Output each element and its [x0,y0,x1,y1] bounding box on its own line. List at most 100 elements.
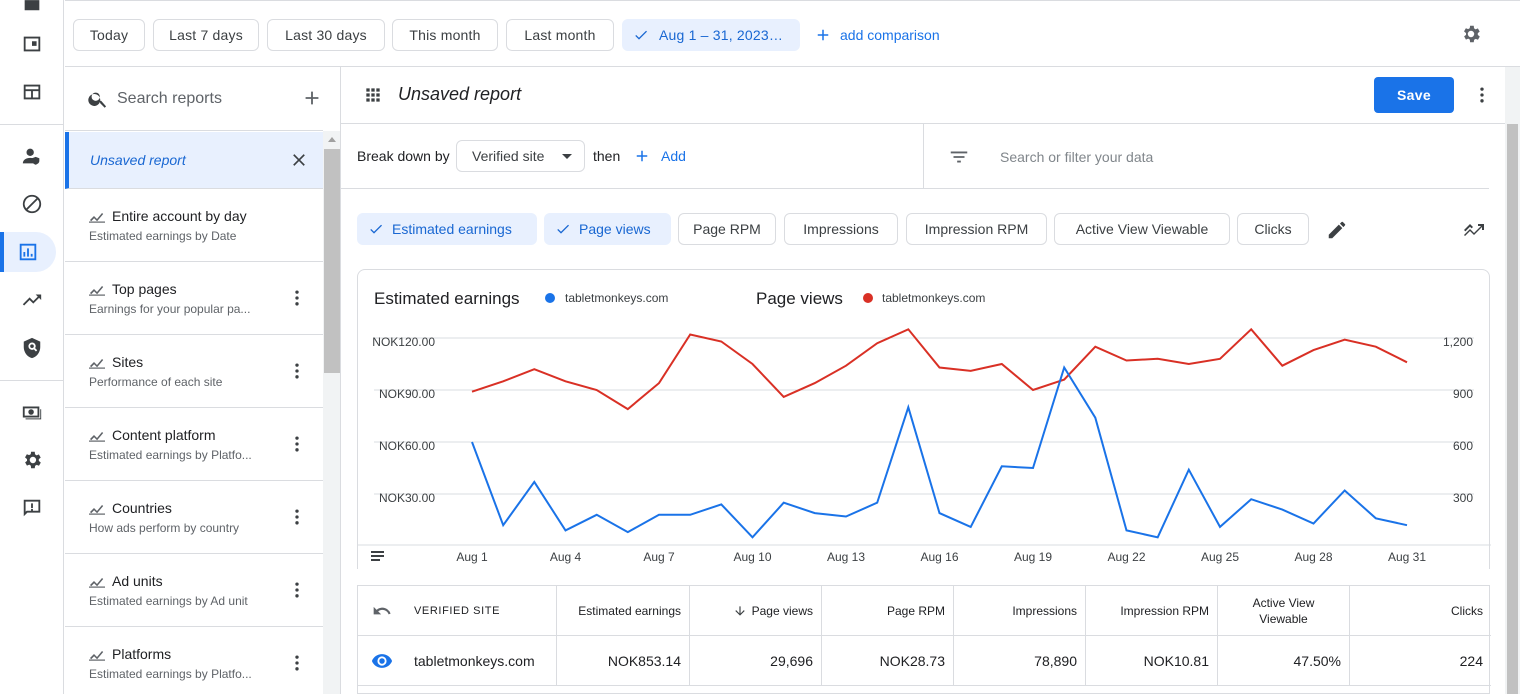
eye-icon[interactable] [371,650,393,672]
cell-impressions: 78,890 [954,636,1086,686]
edit-pencil-icon[interactable] [1326,219,1348,241]
col-header-impressions[interactable]: Impressions [954,586,1086,636]
panel-scrollbar[interactable] [323,131,340,694]
new-report-plus-icon[interactable] [301,87,323,109]
chart-type-icon[interactable] [1462,218,1486,242]
metric-chip-label: Page views [579,221,651,237]
legend-site-earnings: tabletmonkeys.com [565,291,668,305]
cell-estimated-earnings: NOK853.14 [557,636,690,686]
payments-icon[interactable] [12,392,52,432]
x-tick-label: Aug 10 [733,550,771,564]
brand-safety-icon[interactable] [12,328,52,368]
breakdown-select[interactable]: Verified site [456,140,585,172]
chip-selected-range[interactable]: Aug 1 – 31, 2023… [622,19,800,51]
report-item[interactable]: Content platform Estimated earnings by Pl… [65,408,323,481]
more-vert-icon[interactable] [287,288,307,308]
check-icon [635,30,647,40]
col-header-impression-rpm[interactable]: Impression RPM [1086,586,1218,636]
more-vert-icon[interactable] [287,507,307,527]
report-item-subtitle: How ads perform by country [89,521,240,535]
apps-grid-icon[interactable] [363,85,383,105]
report-item-title-text: Sites [112,354,144,370]
reports-icon[interactable] [0,232,56,272]
add-comparison-button[interactable]: add comparison [814,19,940,51]
report-item-title: Platforms [89,646,171,662]
col-header-clicks[interactable]: Clicks [1350,586,1491,636]
chip-today[interactable]: Today [73,19,145,51]
x-tick-label: Aug 4 [550,550,582,564]
search-reports-input[interactable]: Search reports [117,90,222,108]
legend-dot-pageviews [863,293,873,303]
more-vert-icon[interactable] [287,434,307,454]
trending-icon[interactable] [12,280,52,320]
undo-icon[interactable] [372,601,392,621]
settings-icon[interactable] [12,440,52,480]
metric-chip-impressions[interactable]: Impressions [784,213,898,245]
report-item[interactable]: Entire account by day Estimated earnings … [65,189,323,262]
filter-area[interactable]: Search or filter your data [923,124,1489,189]
cell-page-rpm: NOK28.73 [822,636,954,686]
legend-metric-pageviews: Page views [756,289,843,308]
report-item-subtitle: Estimated earnings by Platfo... [89,667,252,681]
report-trend-icon [89,651,105,661]
x-tick-label: Aug 25 [1201,550,1239,564]
more-vert-icon[interactable] [287,580,307,600]
col-header-active-view-viewable[interactable]: Active View Viewable [1218,586,1350,636]
save-button[interactable]: Save [1374,77,1454,113]
col-header-page-views[interactable]: Page views [690,586,822,636]
cell-active-view-viewable: 47.50% [1218,636,1350,686]
main-scrollbar[interactable] [1505,67,1520,694]
report-trend-icon [89,505,105,515]
caret-down-icon [562,154,572,159]
breakdown-select-value: Verified site [472,148,545,164]
ads-icon[interactable] [12,24,52,64]
metric-chip-clicks[interactable]: Clicks [1237,213,1309,245]
report-item[interactable]: Ad units Estimated earnings by Ad unit [65,554,323,627]
metric-chip-page-views[interactable]: Page views [544,213,671,245]
metric-chip-page-rpm[interactable]: Page RPM [678,213,776,245]
metric-chip-impression-rpm[interactable]: Impression RPM [906,213,1047,245]
series-line-page-views [471,327,1408,411]
more-vert-icon[interactable] [1472,85,1492,105]
home-icon[interactable] [12,0,52,22]
col-header-page-views-label: Page views [751,603,813,618]
legend-site-pageviews: tabletmonkeys.com [882,291,985,305]
report-item-subtitle: Estimated earnings by Platfo... [89,448,252,462]
search-reports-row[interactable]: Search reports [65,67,323,131]
metric-chip-active-view-viewable[interactable]: Active View Viewable [1054,213,1230,245]
report-item-title-text: Platforms [112,646,172,662]
col-header-estimated-earnings[interactable]: Estimated earnings [557,586,690,636]
sites-icon[interactable] [12,72,52,112]
blocking-icon[interactable] [12,184,52,224]
chip-last-7-days[interactable]: Last 7 days [153,19,259,51]
chip-last-month[interactable]: Last month [506,19,614,51]
legend-toggle-icon[interactable] [371,551,384,561]
report-item-title: Entire account by day [89,208,247,224]
report-item[interactable]: Platforms Estimated earnings by Platfo... [65,627,323,694]
chip-this-month[interactable]: This month [392,19,498,51]
report-item[interactable]: Sites Performance of each site [65,335,323,408]
chip-last-30-days[interactable]: Last 30 days [267,19,385,51]
more-vert-icon[interactable] [287,361,307,381]
report-item-subtitle: Earnings for your popular pa... [89,302,251,316]
y-right-tick-label: 300 [1453,491,1473,505]
gear-icon[interactable] [1460,23,1482,45]
metric-chip-estimated-earnings[interactable]: Estimated earnings [357,213,537,245]
filter-input[interactable]: Search or filter your data [1000,149,1153,165]
plus-icon [817,29,829,41]
y-right-tick-label: 900 [1453,387,1473,401]
privacy-icon[interactable] [12,136,52,176]
reports-panel: Search reports Unsaved report Entire acc… [65,67,341,694]
report-item[interactable]: Top pages Earnings for your popular pa... [65,262,323,335]
col-header-page-rpm[interactable]: Page RPM [822,586,954,636]
feedback-icon[interactable] [12,488,52,528]
report-title[interactable]: Unsaved report [398,84,521,105]
filter-icon[interactable] [948,146,970,168]
more-vert-icon[interactable] [287,653,307,673]
add-breakdown-button[interactable]: Add [633,147,686,165]
x-tick-label: Aug 28 [1294,550,1332,564]
report-item[interactable]: Countries How ads perform by country [65,481,323,554]
report-item-title: Sites [89,354,143,370]
close-icon[interactable] [289,150,309,170]
report-item-unsaved[interactable]: Unsaved report [65,132,323,189]
